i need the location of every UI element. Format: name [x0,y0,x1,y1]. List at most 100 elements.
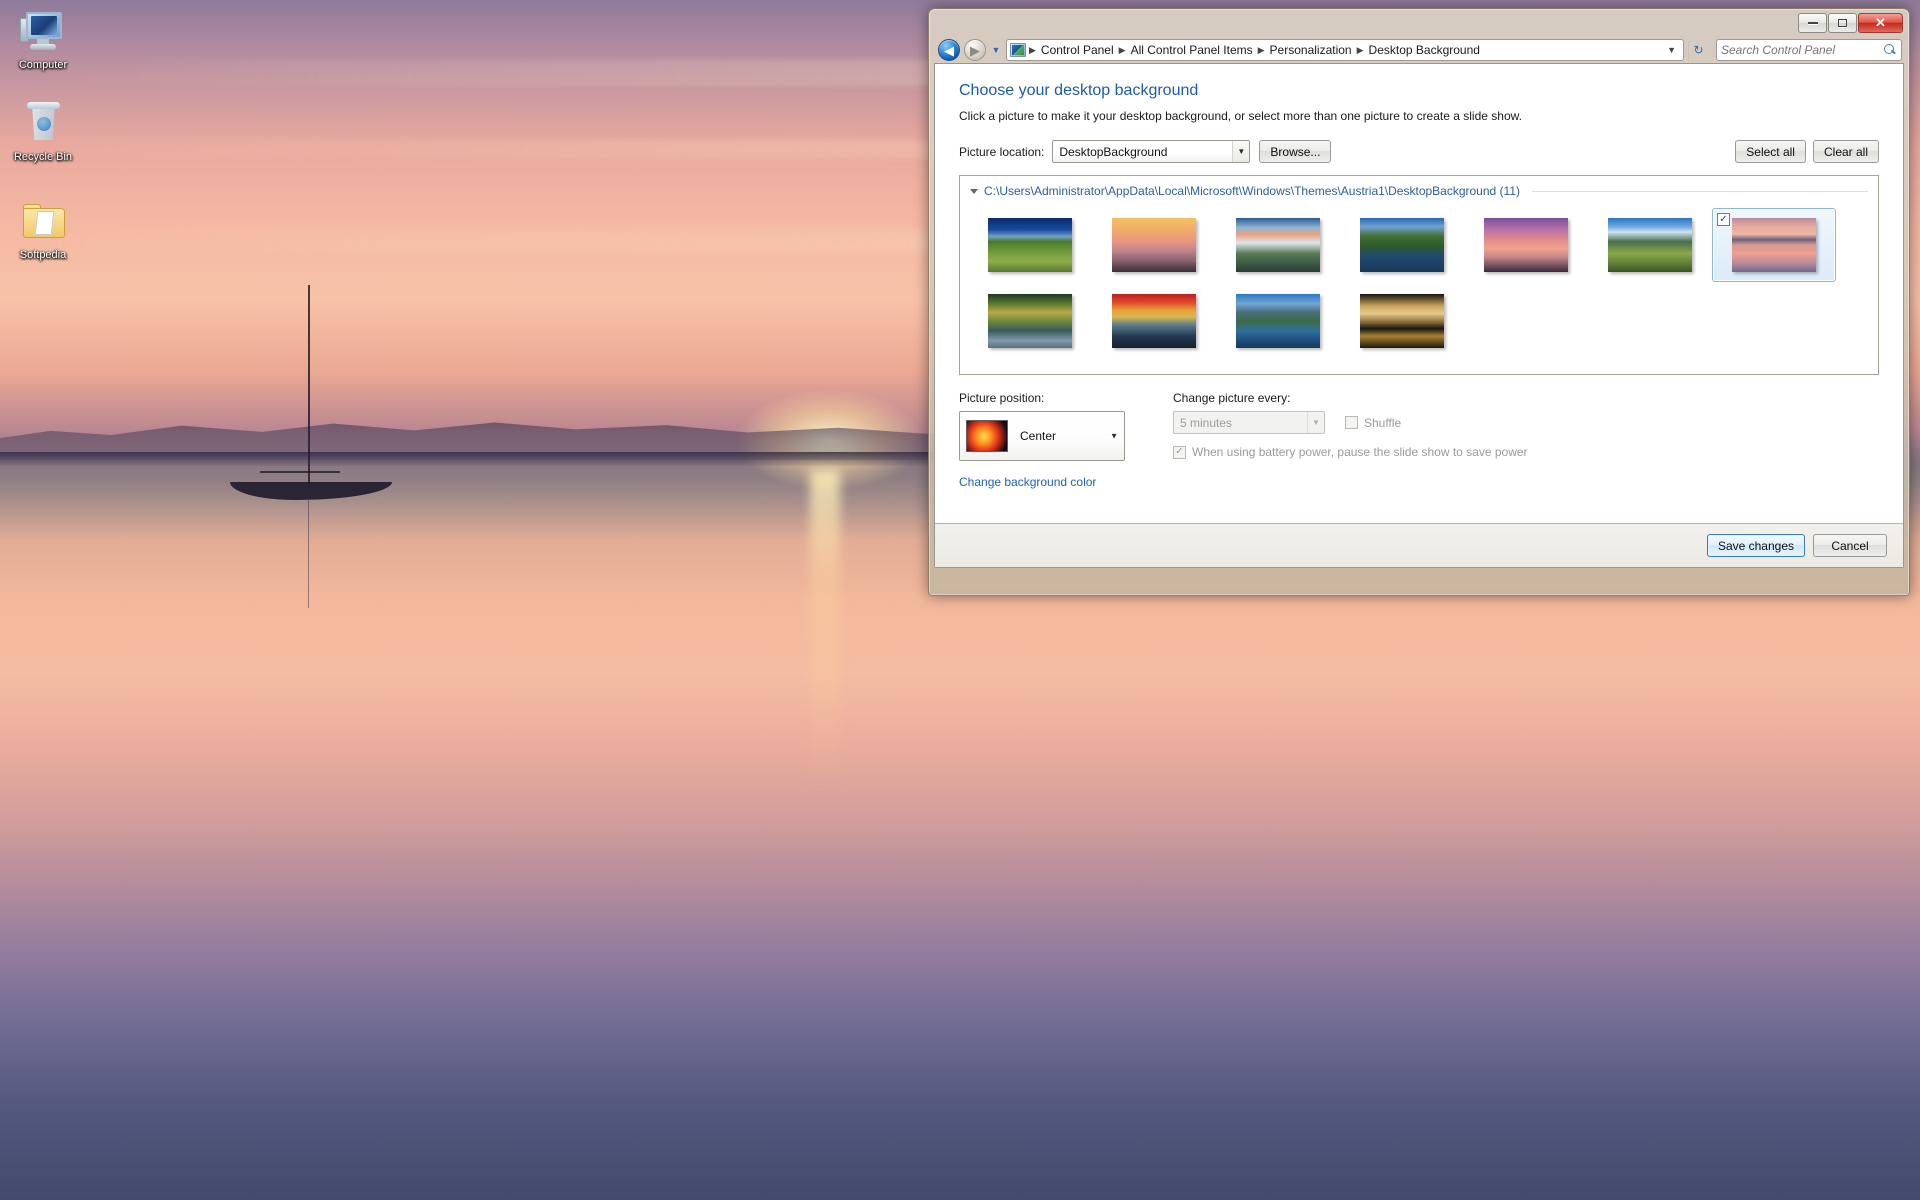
thumbnail-lakeside-green-hill[interactable] [1360,218,1444,272]
back-button[interactable]: ◀ [938,39,960,61]
chevron-down-icon: ▼ [991,45,1001,55]
desktop-icon-label: Computer [18,59,68,71]
select-all-label: Select all [1746,144,1795,159]
thumbnail-cell[interactable] [1092,208,1216,282]
navigation-bar: ◀ ▶ ▼ ▶ Control Panel ▶ All Control Pane… [934,37,1904,63]
address-bar[interactable]: ▶ Control Panel ▶ All Control Panel Item… [1006,39,1684,61]
close-button[interactable]: ✕ [1858,13,1903,33]
minimize-button[interactable] [1798,13,1827,33]
window-controls: ✕ [1797,13,1903,33]
chevron-down-icon[interactable]: ▼ [1110,432,1118,441]
folder-icon [19,198,67,246]
thumbnail-calm-lake-sunrise[interactable] [1732,218,1816,272]
search-input[interactable] [1721,43,1884,57]
breadcrumb-separator-icon: ▶ [1356,44,1364,55]
arrow-right-icon: ▶ [970,42,980,58]
address-dropdown-button[interactable]: ▼ [1663,45,1680,55]
sun-reflection [810,470,840,790]
forward-button[interactable]: ▶ [964,39,986,61]
change-picture-every-label: Change picture every: [1173,391,1291,405]
breadcrumb-separator-icon: ▶ [1118,44,1126,55]
chevron-down-icon[interactable]: ▼ [1307,412,1324,433]
breadcrumb-control-panel[interactable]: Control Panel [1039,43,1116,57]
search-icon [1884,43,1897,57]
thumbnail-autumn-valley-blue-sky[interactable] [1608,218,1692,272]
browse-label: Browse... [1270,144,1321,159]
breadcrumb-separator-icon: ▶ [1029,44,1036,55]
picture-position-column: Picture position: Center ▼ Change backgr… [959,391,1147,489]
breadcrumb-all-control-panel-items[interactable]: All Control Panel Items [1129,43,1255,57]
thumbnail-cell[interactable] [1092,284,1216,358]
battery-pause-checkbox[interactable]: ✓ [1173,445,1186,459]
thumbnail-cell[interactable] [1340,208,1464,282]
page-subtitle: Click a picture to make it your desktop … [959,109,1522,123]
close-icon: ✕ [1875,15,1886,30]
options-area: Picture position: Center ▼ Change backgr… [959,391,1879,489]
thumbnail-cell[interactable] [1464,208,1588,282]
desktop-icon-label: Recycle Bin [13,151,73,163]
thumbnail-grid: ✓ [960,202,1878,360]
thumbnail-cell[interactable] [1340,284,1464,358]
change-background-color-link[interactable]: Change background color [959,475,1096,489]
refresh-button[interactable]: ↻ [1688,39,1708,61]
thumbnail-cell[interactable] [1588,208,1712,282]
thumbnail-lighthouse-pier-dusk[interactable] [1484,218,1568,272]
thumbnail-cell[interactable] [968,208,1092,282]
battery-pause-row[interactable]: ✓ When using battery power, pause the sl… [1173,445,1528,459]
save-changes-label: Save changes [1717,538,1794,553]
desktop-icon-recycle-bin[interactable]: Recycle Bin [3,100,83,163]
breadcrumb-personalization[interactable]: Personalization [1268,43,1354,57]
picture-location-row: Picture location: DesktopBackground ▼ Br… [959,140,1879,163]
thumbnail-cell[interactable] [968,284,1092,358]
desktop-icon-computer[interactable]: Computer [3,8,83,71]
breadcrumb-desktop-background[interactable]: Desktop Background [1367,43,1482,57]
picture-group-path: C:\Users\Administrator\AppData\Local\Mic… [984,184,1520,198]
clear-all-button[interactable]: Clear all [1812,140,1879,163]
thumbnail-alpine-lake-reflection[interactable] [1236,294,1320,348]
thumbnail-golden-haze-sunset[interactable] [1112,218,1196,272]
thumbnail-palace-night-reflection[interactable] [1360,294,1444,348]
title-bar[interactable]: ✕ [934,13,1904,37]
thumbnail-red-sky-pine-lake[interactable] [1112,294,1196,348]
thumbnail-snowy-mountain-range[interactable] [1236,218,1320,272]
picture-position-label: Picture position: [959,391,1045,405]
select-all-button[interactable]: Select all [1735,140,1806,163]
minimize-icon [1807,22,1818,24]
save-changes-button[interactable]: Save changes [1706,534,1805,557]
clear-all-label: Clear all [1823,144,1868,159]
desktop-icon-label: Softpedia [19,249,67,261]
picture-list[interactable]: C:\Users\Administrator\AppData\Local\Mic… [959,175,1879,375]
collapse-triangle-icon[interactable] [970,188,978,194]
desktop-icon-softpedia[interactable]: Softpedia [3,198,83,261]
shuffle-row[interactable]: Shuffle [1345,416,1401,430]
cancel-label: Cancel [1831,538,1869,553]
change-picture-every-combo[interactable]: 5 minutes ▼ [1173,411,1325,434]
picture-group-header[interactable]: C:\Users\Administrator\AppData\Local\Mic… [960,176,1878,202]
cancel-button[interactable]: Cancel [1813,534,1887,557]
thumbnail-forest-lake-rocks[interactable] [988,294,1072,348]
change-picture-every-value: 5 minutes [1180,415,1233,430]
picture-location-combo[interactable]: DesktopBackground ▼ [1052,140,1251,163]
chevron-down-icon[interactable]: ▼ [1232,141,1250,162]
thumbnail-cell[interactable]: ✓ [1712,208,1836,282]
chevron-down-icon: ▼ [1667,45,1676,55]
thumbnail-checkbox[interactable]: ✓ [1717,213,1730,226]
slideshow-column: Change picture every: 5 minutes ▼ Shuffl… [1173,391,1528,489]
desktop[interactable]: Computer Recycle Bin Softpedia ✕ ◀ ▶ ▼ ▶… [0,0,1920,1200]
refresh-icon: ↻ [1693,43,1704,57]
computer-icon [19,8,67,56]
thumbnail-cell[interactable] [1216,208,1340,282]
recent-pages-button[interactable]: ▼ [990,45,1002,55]
browse-button[interactable]: Browse... [1259,140,1332,163]
picture-position-combo[interactable]: Center ▼ [959,411,1125,461]
thumbnail-cell[interactable] [1216,284,1340,358]
thumbnail-vineyard-rows[interactable] [988,218,1072,272]
shoreline [0,452,1040,466]
maximize-button[interactable] [1828,13,1857,33]
content-pane: Choose your desktop background Click a p… [935,64,1903,523]
search-box[interactable] [1716,39,1902,61]
shuffle-label: Shuffle [1364,415,1402,430]
window-bottom-strip [934,568,1904,594]
shuffle-checkbox[interactable] [1345,416,1358,429]
desktop-background-window[interactable]: ✕ ◀ ▶ ▼ ▶ Control Panel ▶ All Control Pa… [928,8,1910,596]
